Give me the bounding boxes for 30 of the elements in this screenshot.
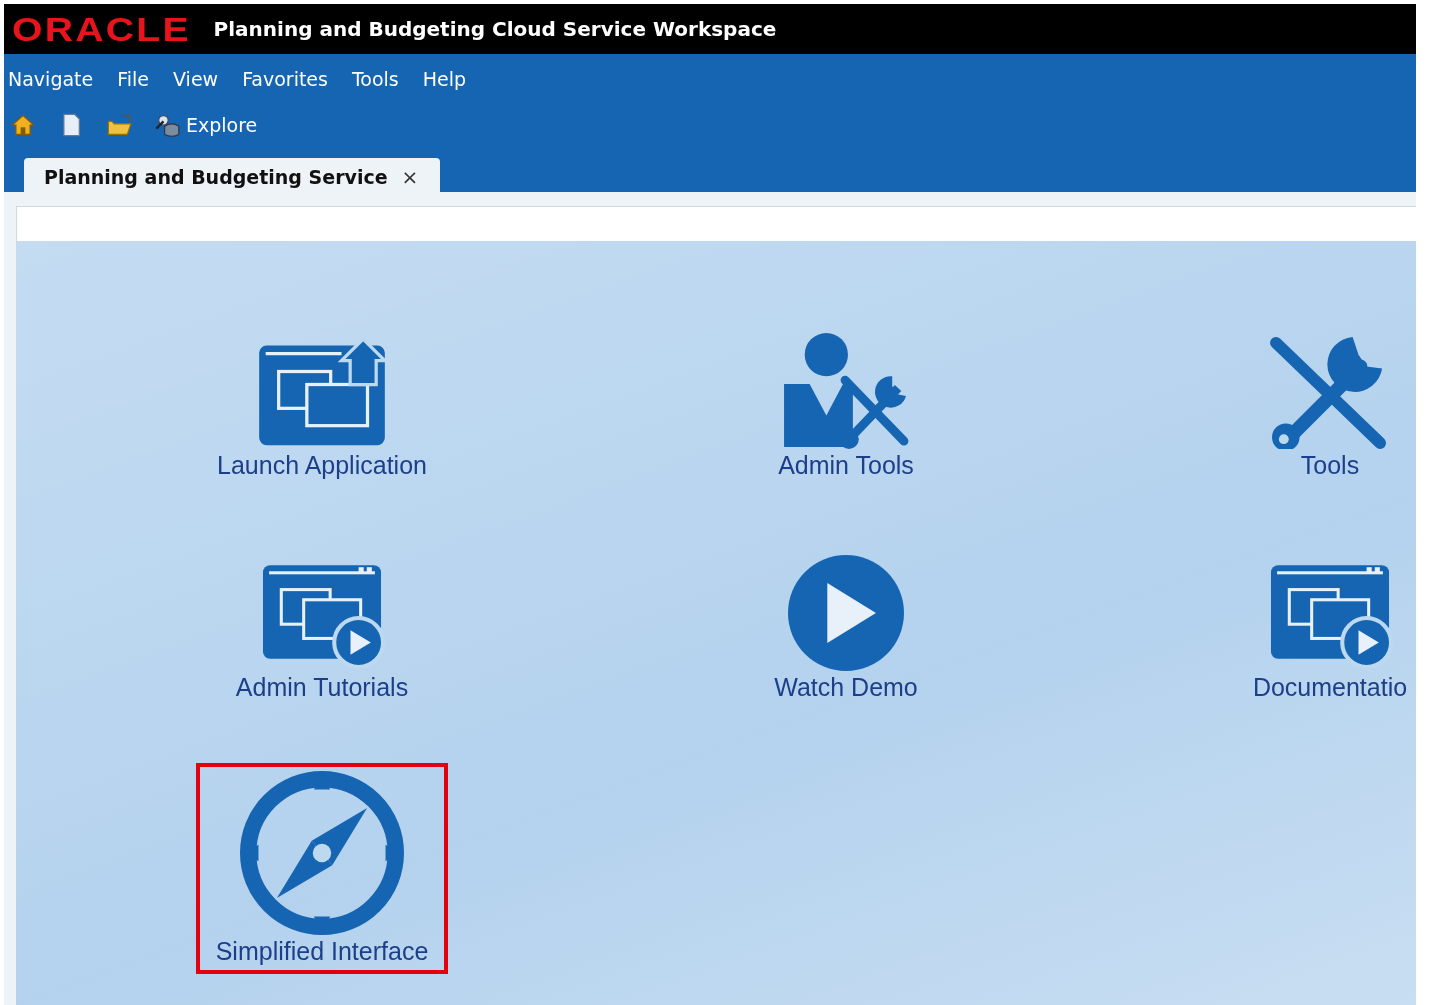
- folder-icon[interactable]: [106, 112, 132, 138]
- menu-item[interactable]: Navigate: [8, 68, 94, 102]
- launch-tile[interactable]: Admin Tutorials: [215, 547, 429, 710]
- tile-label: Launch Application: [217, 451, 427, 480]
- tile-label: Simplified Interface: [215, 937, 429, 966]
- tile-label: Admin Tutorials: [235, 673, 409, 702]
- person-tools-icon: [781, 333, 911, 449]
- explore-icon[interactable]: [154, 112, 180, 138]
- menu-item[interactable]: File: [117, 68, 150, 102]
- tile-label: Documentatio: [1252, 673, 1408, 702]
- launch-tile[interactable]: Admin Tools: [758, 325, 934, 488]
- oracle-logo: ORACLE: [12, 9, 191, 49]
- launch-tile[interactable]: Launch Application: [197, 325, 447, 488]
- compass-icon: [240, 771, 404, 935]
- explore-button[interactable]: Explore: [186, 114, 258, 136]
- menu-item[interactable]: Tools: [351, 68, 399, 102]
- launch-tile[interactable]: Documentatio: [1232, 547, 1416, 710]
- menu-item[interactable]: Favorites: [242, 68, 328, 102]
- menu-item[interactable]: Help: [422, 68, 467, 102]
- tab[interactable]: Planning and Budgeting Service ×: [24, 158, 441, 192]
- tile-label: Watch Demo: [774, 673, 918, 702]
- close-icon[interactable]: ×: [401, 167, 419, 187]
- launch-tile[interactable]: Tools: [1245, 325, 1415, 488]
- tile-label: Admin Tools: [778, 451, 914, 480]
- tile-label: Tools: [1300, 451, 1360, 480]
- home-icon[interactable]: [10, 112, 36, 138]
- launch-tile[interactable]: Simplified Interface: [195, 763, 449, 974]
- launch-tile[interactable]: Watch Demo: [754, 547, 938, 710]
- menu-item[interactable]: View: [173, 68, 219, 102]
- window-title: Planning and Budgeting Cloud Service Workspace: [213, 17, 777, 41]
